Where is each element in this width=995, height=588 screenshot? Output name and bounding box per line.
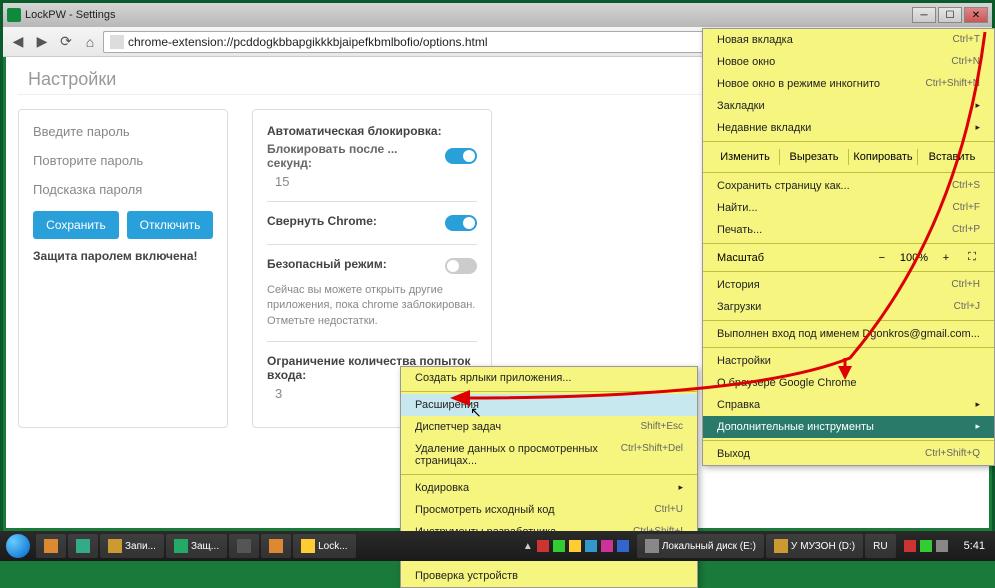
menu-history[interactable]: ИсторияCtrl+H	[703, 274, 994, 296]
menu-cut[interactable]: Вырезать	[780, 149, 849, 165]
tray-icon[interactable]	[569, 540, 581, 552]
password-repeat-input[interactable]: Повторите пароль	[33, 153, 213, 168]
menu-new-tab[interactable]: Новая вкладкаCtrl+T	[703, 29, 994, 51]
app-icon	[7, 8, 21, 22]
safemode-toggle[interactable]	[445, 258, 477, 274]
taskbar-item[interactable]	[261, 534, 291, 558]
close-button[interactable]: ✕	[964, 7, 988, 23]
url-text: chrome-extension://pcddogkbbapgikkkbjaip…	[128, 35, 488, 49]
address-bar[interactable]: chrome-extension://pcddogkbbapgikkkbjaip…	[103, 31, 806, 53]
menu-signed-in[interactable]: Выполнен вход под именем Dgonkros@gmail.…	[703, 323, 994, 345]
submenu-extensions[interactable]: Расширения	[401, 394, 697, 416]
taskbar-item[interactable]	[36, 534, 66, 558]
maximize-button[interactable]: ☐	[938, 7, 962, 23]
autolock-label: Автоматическая блокировка:	[267, 124, 477, 138]
menu-new-window[interactable]: Новое окноCtrl+N	[703, 51, 994, 73]
menu-edit-row: Изменить Вырезать Копировать Вставить	[703, 144, 994, 170]
clock[interactable]: 5:41	[956, 540, 993, 552]
menu-settings[interactable]: Настройки	[703, 350, 994, 372]
taskbar-item[interactable]	[68, 534, 98, 558]
menu-edit-label: Изменить	[711, 149, 780, 165]
password-input[interactable]: Введите пароль	[33, 124, 213, 139]
tray-icon[interactable]	[617, 540, 629, 552]
menu-print[interactable]: Печать...Ctrl+P	[703, 219, 994, 241]
zoom-out[interactable]: −	[874, 252, 890, 264]
page-icon	[110, 35, 124, 49]
taskbar-item[interactable]: Lock...	[293, 534, 355, 558]
submenu-clear-data[interactable]: Удаление данных о просмотренных страница…	[401, 438, 697, 472]
menu-paste[interactable]: Вставить	[918, 149, 986, 165]
back-button[interactable]: ◀	[7, 31, 29, 53]
menu-recent-tabs[interactable]: Недавние вкладки▸	[703, 117, 994, 139]
minimize-label: Свернуть Chrome:	[267, 214, 377, 228]
chrome-main-menu: Новая вкладкаCtrl+T Новое окноCtrl+N Нов…	[702, 28, 995, 466]
autolock-toggle[interactable]	[445, 148, 477, 164]
save-button[interactable]: Сохранить	[33, 211, 119, 239]
taskbar-item[interactable]: Запи...	[100, 534, 164, 558]
menu-downloads[interactable]: ЗагрузкиCtrl+J	[703, 296, 994, 318]
menu-incognito[interactable]: Новое окно в режиме инкогнитоCtrl+Shift+…	[703, 73, 994, 95]
menu-exit[interactable]: ВыходCtrl+Shift+Q	[703, 443, 994, 465]
tray-icon[interactable]	[920, 540, 932, 552]
menu-more-tools[interactable]: Дополнительные инструменты▸	[703, 416, 994, 438]
forward-button[interactable]: ▶	[31, 31, 53, 53]
submenu-taskmgr[interactable]: Диспетчер задачShift+Esc	[401, 416, 697, 438]
password-hint-input[interactable]: Подсказка пароля	[33, 182, 213, 197]
tray-icon[interactable]	[553, 540, 565, 552]
language-indicator[interactable]: RU	[865, 534, 895, 558]
window-title: LockPW - Settings	[25, 9, 912, 21]
menu-about[interactable]: О браузере Google Chrome	[703, 372, 994, 394]
menu-bookmarks[interactable]: Закладки▸	[703, 95, 994, 117]
zoom-in[interactable]: +	[938, 252, 954, 264]
zoom-value: 100%	[900, 252, 928, 264]
menu-copy[interactable]: Копировать	[849, 149, 918, 165]
start-button[interactable]	[2, 533, 34, 559]
lock-seconds[interactable]: 15	[275, 174, 477, 189]
submenu-inspect[interactable]: Проверка устройств	[401, 565, 697, 587]
volume-icon[interactable]	[936, 540, 948, 552]
titlebar: LockPW - Settings ─ ☐ ✕	[3, 3, 992, 27]
minimize-toggle[interactable]	[445, 215, 477, 231]
submenu-shortcuts[interactable]: Создать ярлыки приложения...	[401, 367, 697, 389]
tray-icon[interactable]: ▲	[523, 541, 533, 552]
home-button[interactable]: ⌂	[79, 31, 101, 53]
tray-icon[interactable]	[601, 540, 613, 552]
disable-button[interactable]: Отключить	[127, 211, 213, 239]
tray: ▲	[517, 540, 635, 552]
tray-icon[interactable]	[537, 540, 549, 552]
menu-zoom: Масштаб − 100% + ⛶	[703, 246, 994, 269]
password-card: Введите пароль Повторите пароль Подсказк…	[18, 109, 228, 428]
menu-find[interactable]: Найти...Ctrl+F	[703, 197, 994, 219]
taskbar-item[interactable]: Защ...	[166, 534, 227, 558]
menu-save-as[interactable]: Сохранить страницу как...Ctrl+S	[703, 175, 994, 197]
menu-help[interactable]: Справка▸	[703, 394, 994, 416]
taskbar-muzon[interactable]: УМУЗОН (D:)	[766, 534, 863, 558]
taskbar-disk[interactable]: Локальный диск (E:)	[637, 534, 764, 558]
taskbar: Запи... Защ... Lock... ▲ Локальный диск …	[0, 531, 995, 561]
lockafter-label: Блокировать после ... секунд:	[267, 142, 445, 170]
taskbar-item[interactable]	[229, 534, 259, 558]
reload-button[interactable]: ⟳	[55, 31, 77, 53]
submenu-encoding[interactable]: Кодировка▸	[401, 477, 697, 499]
fullscreen-icon[interactable]: ⛶	[964, 251, 980, 264]
safemode-note: Сейчас вы можете открыть другие приложен…	[267, 283, 477, 329]
tray-icon[interactable]	[585, 540, 597, 552]
tray-icon[interactable]	[904, 540, 916, 552]
status-text: Защита паролем включена!	[33, 249, 213, 263]
submenu-view-source[interactable]: Просмотреть исходный кодCtrl+U	[401, 499, 697, 521]
safemode-label: Безопасный режим:	[267, 257, 387, 271]
cursor-icon: ↖	[470, 404, 482, 421]
minimize-button[interactable]: ─	[912, 7, 936, 23]
